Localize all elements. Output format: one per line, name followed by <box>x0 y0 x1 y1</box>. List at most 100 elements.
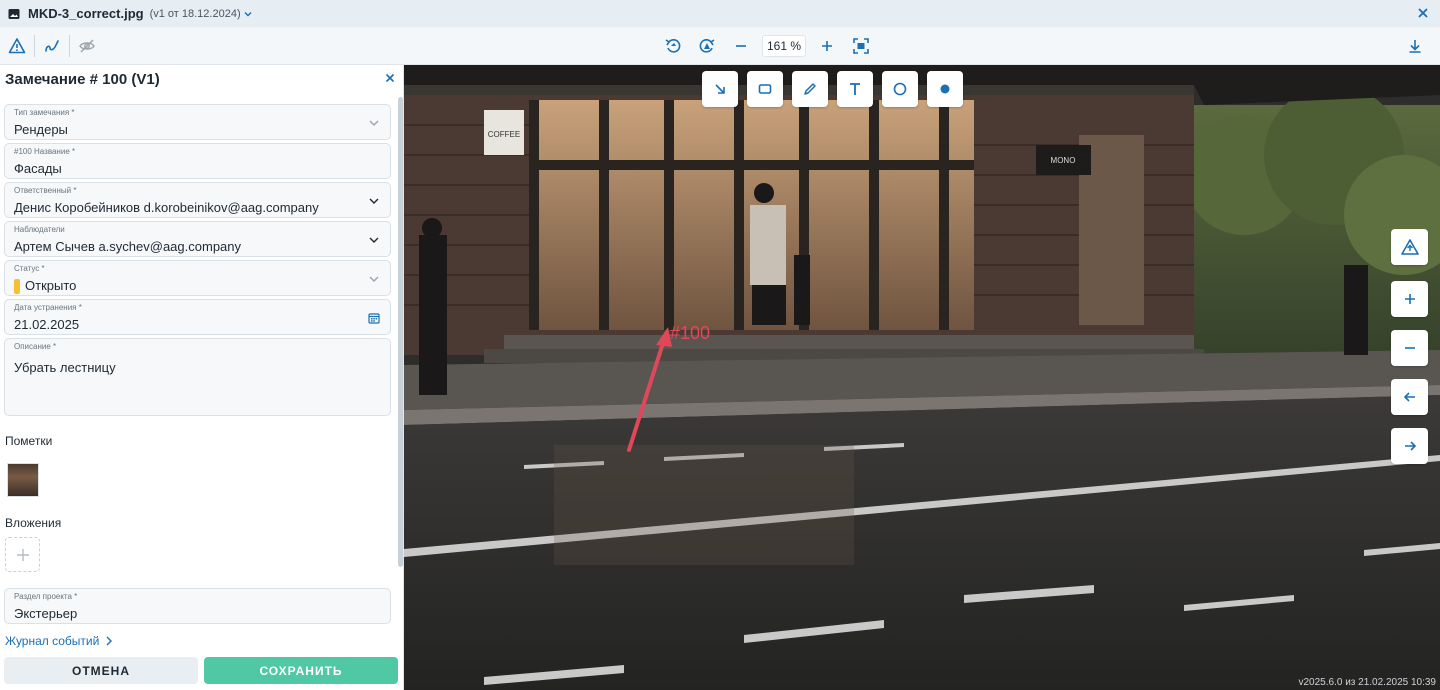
plus-icon <box>822 41 833 51</box>
text-icon <box>850 83 860 95</box>
observers-select[interactable]: Наблюдатели Артем Сычев a.sychev@aag.com… <box>4 221 391 257</box>
cancel-button[interactable]: ОТМЕНА <box>4 657 198 684</box>
scrollbar[interactable] <box>398 97 403 567</box>
plus-icon <box>1404 294 1415 304</box>
minus-icon <box>1404 347 1415 349</box>
version-selector[interactable]: (v1 от 18.12.2024) <box>150 8 241 20</box>
due-date-input[interactable]: Дата устранения * 21.02.2025 <box>4 299 391 335</box>
marks-heading: Пометки <box>5 434 53 448</box>
previous-button[interactable] <box>1391 379 1428 415</box>
circle-tool-button[interactable] <box>882 71 918 107</box>
rotate-left-button[interactable] <box>656 27 690 65</box>
upload-button[interactable] <box>1391 229 1428 265</box>
close-icon[interactable] <box>383 71 397 85</box>
description-textarea[interactable]: Описание * Убрать лестницу <box>4 338 391 416</box>
hide-markup-button[interactable] <box>70 27 104 65</box>
project-section-select[interactable]: Раздел проекта * Экстерьер <box>4 588 391 624</box>
status-color-indicator <box>14 279 20 295</box>
chevron-down-icon <box>369 120 379 126</box>
arrow-right-icon <box>1404 441 1416 451</box>
arrow-tool-button[interactable] <box>702 71 738 107</box>
mono-sign: MONO <box>1051 156 1076 165</box>
field-value: Фасады <box>14 161 62 176</box>
field-label: Описание * <box>14 342 57 351</box>
zoom-in-button[interactable] <box>1391 281 1428 317</box>
download-icon <box>1409 40 1421 53</box>
freehand-icon <box>45 40 59 52</box>
image-file-icon <box>8 8 20 19</box>
markup-thumbnail[interactable] <box>7 463 39 497</box>
cloud-upload-icon <box>1400 239 1419 255</box>
fit-screen-icon <box>853 38 869 54</box>
remark-type-select[interactable]: Тип замечания * Рендеры <box>4 104 391 140</box>
chevron-down-icon <box>369 198 379 204</box>
panel-title: Замечание # 100 (V1) <box>5 71 160 88</box>
next-button[interactable] <box>1391 428 1428 464</box>
eye-off-icon <box>79 39 95 53</box>
render-image: COFFEE MONO <box>404 65 1440 690</box>
arrow-icon <box>715 84 725 94</box>
download-button[interactable] <box>1398 27 1432 65</box>
chevron-right-icon <box>106 636 113 646</box>
rotate-right-icon <box>699 39 715 53</box>
pencil-tool-button[interactable] <box>792 71 828 107</box>
zoom-level[interactable]: 161 % <box>762 35 807 57</box>
text-tool-button[interactable] <box>837 71 873 107</box>
field-label: Статус * <box>14 264 45 273</box>
remark-panel: Замечание # 100 (V1) Тип замечания * Рен… <box>0 65 404 690</box>
field-label: Ответственный * <box>14 186 77 195</box>
responsible-select[interactable]: Ответственный * Денис Коробейников d.kor… <box>4 182 391 218</box>
arrow-left-icon <box>1403 392 1415 402</box>
dot-icon <box>940 84 950 94</box>
field-value: Убрать лестницу <box>14 360 116 375</box>
field-value: Экстерьер <box>14 606 78 621</box>
field-value: Артем Сычев a.sychev@aag.company <box>14 239 242 254</box>
event-log-link[interactable]: Журнал событий <box>5 634 113 648</box>
rotate-left-icon <box>665 39 681 53</box>
chevron-down-icon <box>369 237 379 243</box>
calendar-icon[interactable] <box>368 312 380 324</box>
zoom-in-button[interactable] <box>810 27 844 65</box>
remark-name-input[interactable]: #100 Название * Фасады <box>4 143 391 179</box>
field-value: Денис Коробейников d.korobeinikov@aag.co… <box>14 200 319 215</box>
point-tool-button[interactable] <box>927 71 963 107</box>
close-icon[interactable] <box>1416 6 1430 20</box>
draw-button[interactable] <box>35 27 69 65</box>
add-attachment-button[interactable] <box>5 537 40 572</box>
image-viewer[interactable]: COFFEE MONO #100 v2025.6.0 из 21.02.2025… <box>404 65 1440 690</box>
annotation-label[interactable]: #100 <box>670 323 710 344</box>
field-label: Тип замечания * <box>14 108 75 117</box>
field-value: Рендеры <box>14 122 68 137</box>
rotate-right-button[interactable] <box>690 27 724 65</box>
coffee-sign: COFFEE <box>488 130 520 139</box>
field-label: Раздел проекта * <box>14 592 78 601</box>
field-label: Наблюдатели <box>14 225 65 234</box>
zoom-out-button[interactable] <box>724 27 758 65</box>
field-value: 21.02.2025 <box>14 317 80 332</box>
plus-icon <box>16 548 29 561</box>
file-name: MKD-3_correct.jpg <box>28 6 144 21</box>
toolbar: 161 % <box>0 27 1440 65</box>
title-bar: MKD-3_correct.jpg (v1 от 18.12.2024) <box>0 0 1440 27</box>
field-label: Дата устранения * <box>14 303 82 312</box>
app-version: v2025.6.0 из 21.02.2025 10:39 <box>1298 677 1436 688</box>
rectangle-icon <box>758 84 772 94</box>
chevron-down-icon[interactable] <box>243 9 253 19</box>
warning-icon <box>8 38 26 54</box>
chevron-down-icon <box>369 276 379 282</box>
status-select[interactable]: Статус * Открыто <box>4 260 391 296</box>
save-button[interactable]: СОХРАНИТЬ <box>204 657 398 684</box>
field-value: Открыто <box>25 278 77 293</box>
minus-icon <box>736 45 746 47</box>
circle-icon <box>893 82 907 96</box>
fit-screen-button[interactable] <box>844 27 878 65</box>
event-log-label: Журнал событий <box>5 634 100 648</box>
field-label: #100 Название * <box>14 147 76 156</box>
viewer-side-tools <box>1391 229 1428 464</box>
rectangle-tool-button[interactable] <box>747 71 783 107</box>
zoom-out-button[interactable] <box>1391 330 1428 366</box>
attachments-heading: Вложения <box>5 516 62 530</box>
remark-button[interactable] <box>0 27 34 65</box>
pencil-icon <box>804 83 816 95</box>
status-value-wrap: Открыто <box>14 278 77 295</box>
